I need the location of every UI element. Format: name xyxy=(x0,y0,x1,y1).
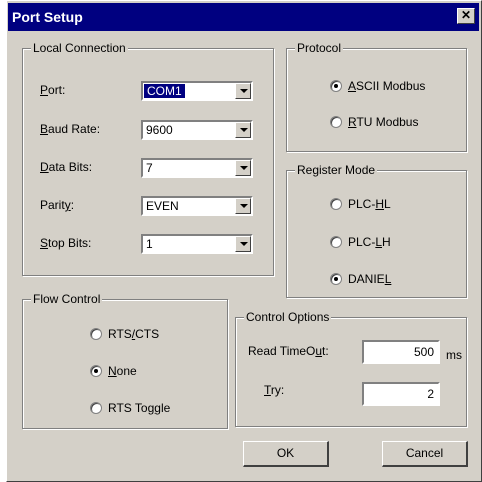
radio-label: PLC-HL xyxy=(348,197,391,211)
radio-unselected-icon xyxy=(330,236,342,248)
chevron-down-icon[interactable] xyxy=(235,236,251,252)
radio-unselected-icon xyxy=(330,116,342,128)
try-input[interactable]: 2 xyxy=(362,382,440,406)
flow-control-group: Flow Control RTS/CTS None RTS Toggle xyxy=(22,292,228,429)
parity-label: Parity: xyxy=(40,198,75,212)
radio-label: RTU Modbus xyxy=(348,115,419,129)
protocol-title: Protocol xyxy=(295,41,344,55)
try-label: Try: xyxy=(264,383,285,397)
radio-label: None xyxy=(108,364,137,378)
try-value: 2 xyxy=(427,387,434,401)
chevron-down-icon[interactable] xyxy=(235,122,251,138)
baud-rate-value: 9600 xyxy=(146,123,173,137)
dialog-title: Port Setup xyxy=(12,9,83,25)
register-mode-title: Register Mode xyxy=(295,163,378,177)
radio-label: RTS/CTS xyxy=(108,327,160,341)
chevron-down-icon[interactable] xyxy=(235,198,251,214)
read-timeout-unit: ms xyxy=(446,348,462,362)
register-mode-group: Register Mode PLC-HL PLC-LH DANIEL xyxy=(286,163,467,298)
data-bits-label: Data Bits: xyxy=(40,160,93,174)
port-setup-dialog: Port Setup ✕ Local Connection Port: COM1… xyxy=(6,0,482,482)
local-connection-title: Local Connection xyxy=(31,41,128,55)
stop-bits-combo[interactable]: 1 xyxy=(141,234,253,254)
protocol-group: Protocol ASCII Modbus RTU Modbus xyxy=(286,41,467,152)
local-connection-group: Local Connection Port: COM1 Baud Rate: 9… xyxy=(22,41,274,276)
data-bits-combo[interactable]: 7 xyxy=(141,158,253,178)
radio-label: ASCII Modbus xyxy=(348,79,426,93)
title-bar[interactable]: Port Setup ✕ xyxy=(8,3,479,31)
radio-label: RTS Toggle xyxy=(108,401,171,415)
stop-bits-value: 1 xyxy=(146,237,153,251)
port-label: Port: xyxy=(40,83,66,97)
radio-unselected-icon xyxy=(90,402,102,414)
radio-selected-icon xyxy=(330,80,342,92)
read-timeout-value: 500 xyxy=(413,345,434,359)
close-icon: ✕ xyxy=(460,8,472,22)
radio-label: DANIEL xyxy=(348,272,392,286)
read-timeout-label: Read TimeOut: xyxy=(248,344,329,358)
port-combo[interactable]: COM1 xyxy=(141,81,253,101)
flow-control-title: Flow Control xyxy=(31,292,103,306)
radio-unselected-icon xyxy=(90,328,102,340)
radio-unselected-icon xyxy=(330,198,342,210)
data-bits-value: 7 xyxy=(146,161,153,175)
close-button[interactable]: ✕ xyxy=(457,8,475,24)
radio-selected-icon xyxy=(330,273,342,285)
baud-rate-label: Baud Rate: xyxy=(40,122,101,136)
stop-bits-label: Stop Bits: xyxy=(40,236,92,250)
chevron-down-icon[interactable] xyxy=(235,83,251,99)
parity-combo[interactable]: EVEN xyxy=(141,196,253,216)
ok-button[interactable]: OK xyxy=(243,441,329,467)
port-value: COM1 xyxy=(143,83,186,99)
baud-rate-combo[interactable]: 9600 xyxy=(141,120,253,140)
parity-value: EVEN xyxy=(146,199,179,213)
read-timeout-input[interactable]: 500 xyxy=(362,340,440,364)
control-options-title: Control Options xyxy=(244,310,332,324)
chevron-down-icon[interactable] xyxy=(235,160,251,176)
control-options-group: Control Options Read TimeOut: 500 ms Try… xyxy=(235,310,467,427)
cancel-button[interactable]: Cancel xyxy=(382,441,468,467)
radio-selected-icon xyxy=(90,365,102,377)
radio-label: PLC-LH xyxy=(348,235,391,249)
